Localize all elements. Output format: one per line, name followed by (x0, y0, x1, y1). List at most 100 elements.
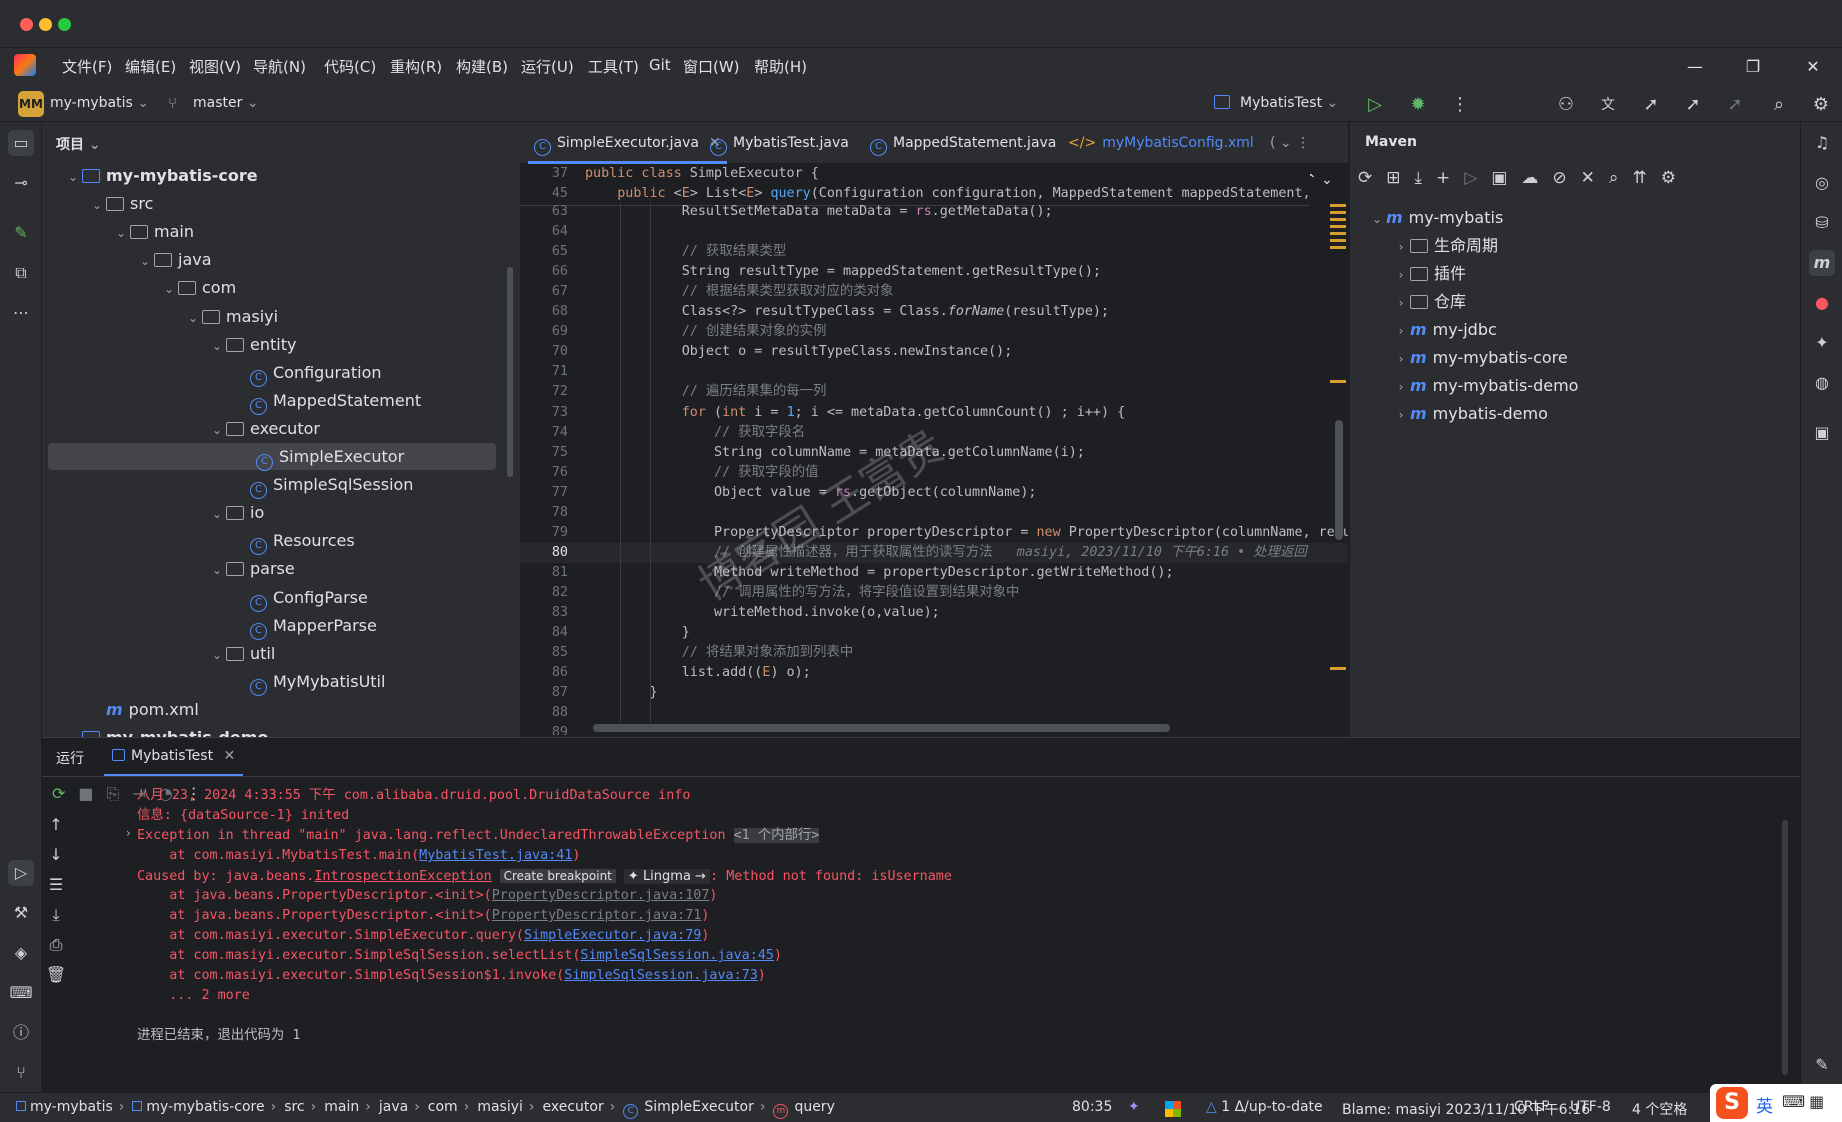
tree-item[interactable]: ⌄ com (42, 274, 502, 301)
tree-item[interactable]: ⌄ my-mybatis-core (42, 162, 502, 189)
editor-hscrollbar[interactable] (593, 724, 1170, 732)
hint-icon[interactable]: ✎ (1809, 1052, 1835, 1078)
indent-setting[interactable]: 4 个空格 (1632, 1099, 1687, 1119)
more-actions-icon[interactable]: ⋮ (1449, 94, 1471, 116)
run-maven-icon[interactable]: ▷ (1464, 168, 1491, 188)
chevron-right-icon[interactable]: › (1392, 262, 1410, 289)
console-scrollbar[interactable] (1782, 820, 1788, 1075)
execute-goal-icon[interactable]: ▣ (1491, 168, 1521, 188)
tree-item[interactable]: C Configuration (42, 359, 502, 387)
editor-tab[interactable]: C SimpleExecutor.java ✕ (528, 122, 727, 164)
run-config-selector[interactable]: MybatisTest ⌄ (1240, 95, 1338, 111)
settings-icon[interactable]: ⚙ (1810, 94, 1832, 116)
tree-item[interactable]: C ConfigParse (42, 584, 502, 612)
breadcrumb-item[interactable]: java (379, 1099, 408, 1115)
deploy-icon[interactable]: ➚ (1640, 94, 1662, 116)
chevron-down-icon[interactable]: ⌄ (208, 417, 226, 444)
tree-item[interactable]: ⌄ main (42, 218, 502, 245)
offline-icon[interactable]: ☁ (1521, 168, 1552, 188)
tree-item[interactable]: ⌄ java (42, 246, 502, 273)
notifications-icon[interactable]: ♫ (1809, 130, 1835, 156)
maven-item[interactable]: › m my-mybatis-demo (1350, 372, 1810, 399)
copilot-icon[interactable]: ◎ (1809, 170, 1835, 196)
menu-item[interactable]: Git (649, 56, 671, 74)
chevron-down-icon[interactable]: ⌄ (208, 557, 226, 584)
chevron-down-icon[interactable]: ⌄ (64, 164, 82, 191)
structure-tool-icon[interactable]: ⧉ (8, 260, 34, 286)
chevron-down-icon[interactable]: ⌄ (208, 333, 226, 360)
chevron-down-icon[interactable]: ⌄ (136, 248, 154, 275)
add-user-icon[interactable]: ⚇ (1555, 94, 1577, 116)
lingma-status-icon[interactable]: ✦ (1128, 1099, 1140, 1115)
git-tool-icon[interactable]: ⑂ (8, 1060, 34, 1086)
tree-item[interactable]: C MapperParse (42, 612, 502, 640)
tree-item[interactable]: ⌄ io (42, 499, 502, 526)
ai-assistant-icon[interactable]: ▣ (1809, 420, 1835, 446)
project-selector[interactable]: my-mybatis ⌄ (50, 95, 149, 111)
chevron-down-icon[interactable]: ⌄ (184, 305, 202, 332)
menu-item[interactable]: 编辑(E) (125, 56, 176, 77)
chevron-down-icon[interactable]: ⌄ (112, 220, 130, 247)
chevron-right-icon[interactable]: › (1392, 234, 1410, 261)
breadcrumb-item[interactable]: m query (773, 1099, 835, 1119)
ime-tools-icon[interactable]: ⌨▦ (1782, 1092, 1828, 1111)
breadcrumb-item[interactable]: executor (543, 1099, 604, 1115)
breadcrumb-item[interactable]: masiyi (477, 1099, 523, 1115)
branch-selector[interactable]: master ⌄ (193, 95, 259, 111)
tree-item[interactable]: C SimpleSqlSession (42, 471, 502, 500)
show-deps-icon[interactable]: ⇈ (1632, 168, 1660, 188)
tabs-overflow-icon[interactable]: ( ⌄ ⋮ (1270, 122, 1310, 164)
maven-item[interactable]: › m my-jdbc (1350, 316, 1810, 343)
run-tool-icon[interactable]: ▷ (8, 860, 34, 886)
editor-tab[interactable]: </> myMybatisConfig.xml (1062, 122, 1260, 164)
project-tool-icon[interactable]: ▭ (8, 130, 34, 156)
menu-item[interactable]: 导航(N) (253, 56, 306, 77)
tree-item[interactable]: C MappedStatement (42, 387, 502, 415)
search-icon[interactable]: ⌕ (1768, 94, 1790, 116)
tree-item[interactable]: ⌄ executor (42, 415, 502, 442)
menu-item[interactable]: 文件(F) (62, 56, 112, 77)
windows-icon[interactable] (1165, 1101, 1181, 1117)
file-encoding[interactable]: UTF-8 (1570, 1099, 1611, 1115)
chevron-right-icon[interactable]: › (1392, 374, 1410, 401)
breadcrumb-item[interactable]: C SimpleExecutor (623, 1099, 754, 1119)
caret-position[interactable]: 80:35 (1072, 1099, 1112, 1115)
menu-item[interactable]: 代码(C) (324, 56, 376, 77)
breadcrumb-item[interactable]: my-mybatis (16, 1099, 113, 1115)
tree-item[interactable]: C Resources (42, 527, 502, 556)
lingma-icon[interactable]: ✦ (1809, 330, 1835, 356)
editor-vscrollbar[interactable] (1335, 420, 1343, 540)
close-icon[interactable]: ✕ (1790, 48, 1836, 86)
close-window-button[interactable] (20, 18, 33, 31)
chevron-right-icon[interactable]: › (1392, 318, 1410, 345)
reload-icon[interactable]: ⟳ (1358, 168, 1386, 188)
menu-item[interactable]: 运行(U) (521, 56, 574, 77)
maven-item[interactable]: › m my-mybatis-core (1350, 344, 1810, 371)
tree-item[interactable]: C MyMybatisUtil (42, 668, 502, 696)
chevron-down-icon[interactable]: ⌄ (88, 192, 106, 219)
line-separator[interactable]: CRLF (1514, 1099, 1549, 1115)
chevron-right-icon[interactable]: › (1392, 346, 1410, 373)
tree-item[interactable]: ⌄ entity (42, 331, 502, 358)
deploy-alt-icon[interactable]: ➚ (1682, 94, 1704, 116)
breadcrumb-item[interactable]: main (324, 1099, 359, 1115)
menu-item[interactable]: 帮助(H) (754, 56, 807, 77)
skip-tests-icon[interactable]: ⊘ (1552, 168, 1580, 188)
ime-widget[interactable]: S 英 ⌨▦ (1710, 1084, 1842, 1122)
tree-item[interactable]: ⌄ masiyi (42, 303, 502, 330)
chevron-down-icon[interactable]: ⌄ (1368, 206, 1386, 233)
console-output[interactable]: 八月 23, 2024 4:33:55 下午 com.alibaba.druid… (42, 786, 1782, 1086)
plugin-tool-icon[interactable]: ✎ (8, 220, 34, 246)
chevron-down-icon[interactable]: ⌄ (160, 276, 178, 303)
tree-item[interactable]: ⌄ parse (42, 555, 502, 582)
vcs-status[interactable]: △ 1 Δ/up-to-date (1206, 1099, 1323, 1115)
tree-item[interactable]: C SimpleExecutor (48, 443, 496, 471)
menu-item[interactable]: 重构(R) (390, 56, 442, 77)
download-icon[interactable]: ⤓ (1415, 168, 1437, 188)
minimize-icon[interactable]: — (1672, 48, 1718, 86)
maven-settings-icon[interactable]: ⚙ (1661, 168, 1690, 188)
chevron-right-icon[interactable]: › (1392, 290, 1410, 317)
commit-tool-icon[interactable]: ⊸ (8, 170, 34, 196)
breadcrumb-item[interactable]: src (284, 1099, 304, 1115)
chevron-down-icon[interactable]: ⌄ (64, 726, 82, 737)
